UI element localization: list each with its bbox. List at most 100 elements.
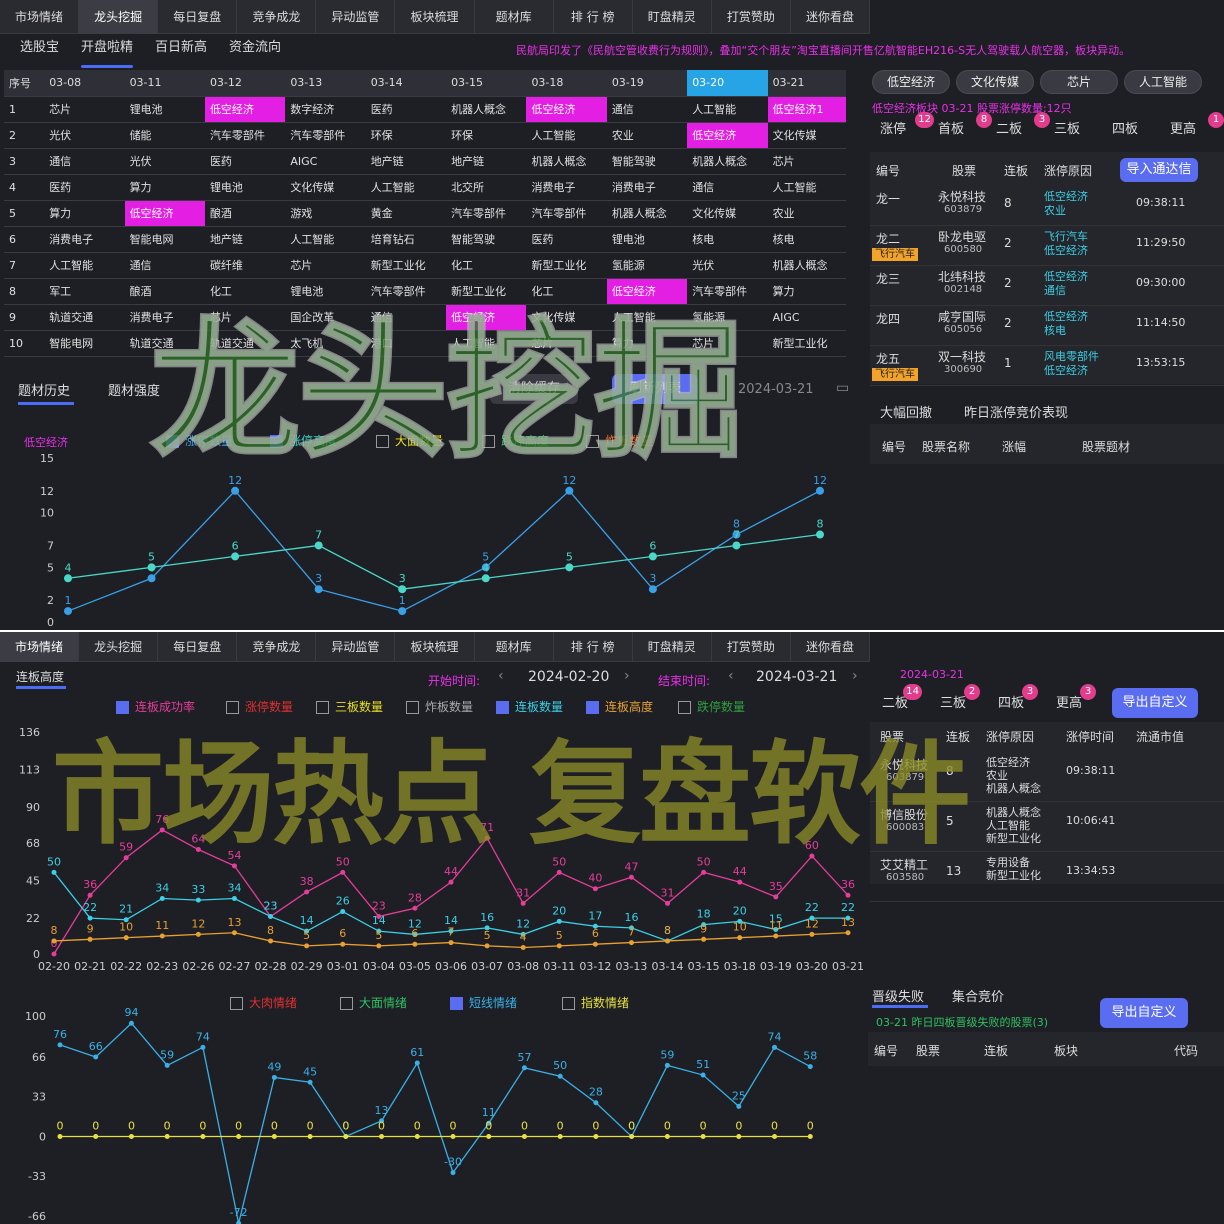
grid-cell[interactable]: 汽车零部件 — [526, 200, 607, 227]
grid-cell[interactable]: 智能驾驶 — [446, 226, 527, 253]
bottom-tab-3[interactable]: 竞争成龙 — [237, 632, 317, 662]
grid-cell[interactable]: 芯片 — [767, 148, 846, 175]
start-next-icon[interactable]: › — [624, 668, 630, 684]
top-tab-7[interactable]: 排 行 榜 — [554, 0, 633, 34]
grid-cell[interactable]: 黄金 — [365, 200, 447, 227]
grid-cell[interactable]: 通信 — [606, 96, 688, 123]
grid-cell[interactable]: 人工智能 — [687, 96, 768, 123]
grid-cell[interactable]: 氢能源 — [606, 252, 688, 279]
top-tab-6[interactable]: 题材库 — [475, 0, 554, 34]
grid-cell[interactable]: 氢能源 — [687, 304, 768, 331]
grid-cell[interactable]: 轨道交通 — [124, 330, 205, 357]
grid-cell[interactable]: 储能 — [124, 122, 205, 149]
b-stock-row[interactable]: 博信股份 600083 5 机器人概念 人工智能 新型工业化 10:06:41 — [870, 802, 1224, 852]
b-rtab-1[interactable]: 三板 2 — [940, 684, 981, 711]
checkbox-icon[interactable] — [376, 435, 389, 448]
top-tab-4[interactable]: 异动监管 — [316, 0, 396, 34]
grid-cell[interactable]: 医药 — [204, 148, 286, 175]
b-rtab-0[interactable]: 二板 14 — [882, 684, 923, 711]
grid-cell[interactable]: 港口 — [365, 330, 447, 357]
grid-cell[interactable]: 数字经济 — [285, 96, 366, 123]
grid-cell[interactable]: 芯片 — [687, 330, 768, 357]
grid-cell[interactable]: 人工智能 — [44, 252, 125, 279]
grid-cell[interactable]: 培育钻石 — [365, 226, 447, 253]
grid-cell[interactable]: 锂电池 — [204, 174, 286, 201]
bottom-tab-1[interactable]: 龙头挖掘 — [79, 632, 159, 662]
grid-cell[interactable]: 轨道交通 — [44, 304, 125, 331]
history-date[interactable]: 2024-03-21 — [738, 382, 814, 397]
grid-cell[interactable]: 新型工业化 — [526, 252, 607, 279]
grid-cell[interactable]: 医药 — [526, 226, 607, 253]
rtab-2[interactable]: 二板 3 — [996, 112, 1054, 137]
grid-cell[interactable]: 人工智能 — [285, 226, 366, 253]
grid-header-2[interactable]: 03-11 — [124, 70, 205, 97]
top-tab-8[interactable]: 盯盘精灵 — [633, 0, 712, 34]
grid-cell[interactable]: 智能电网 — [44, 330, 125, 357]
grid-cell[interactable]: 汽车零部件 — [446, 200, 527, 227]
tab-promote-fail[interactable]: 晋级失败 — [872, 986, 924, 1005]
grid-cell[interactable]: 光伏 — [124, 148, 205, 175]
grid-cell[interactable]: 环保 — [446, 122, 527, 149]
grid-cell[interactable]: 化工 — [446, 252, 527, 279]
stock-row[interactable]: 龙四 咸亨国际 605056 2 低空经济 核电 11:14:50 — [870, 306, 1224, 346]
sub-tab-1[interactable]: 开盘啦精 — [81, 34, 134, 68]
export-custom-button[interactable]: 导出自定义 — [1112, 688, 1198, 718]
grid-cell[interactable]: 文化传媒 — [767, 122, 846, 149]
grid-cell[interactable]: 低空经济 — [687, 122, 768, 149]
grid-cell[interactable]: 汽车零部件 — [285, 122, 366, 149]
grid-cell[interactable]: 人工智能 — [526, 122, 607, 149]
grid-cell[interactable]: 地产链 — [204, 226, 286, 253]
grid-cell[interactable]: 轨道交通 — [204, 330, 286, 357]
start-prev-icon[interactable]: ‹ — [498, 668, 504, 684]
bottom-tab-4[interactable]: 异动监管 — [316, 632, 396, 662]
top-tab-3[interactable]: 竞争成龙 — [237, 0, 317, 34]
grid-cell[interactable]: 光伏 — [687, 252, 768, 279]
hist-check-0[interactable]: 涨停数量 — [166, 432, 233, 449]
grid-header-9[interactable]: 03-20 — [687, 70, 768, 97]
checkbox-icon[interactable] — [482, 435, 495, 448]
end-date[interactable]: 2024-03-21 — [756, 669, 837, 685]
top-tab-10[interactable]: 迷你看盘 — [791, 0, 871, 34]
grid-cell[interactable]: 新型工业化 — [365, 252, 447, 279]
grid-cell[interactable]: 算力 — [767, 278, 846, 305]
grid-cell[interactable]: 机器人概念 — [767, 252, 846, 279]
end-next-icon[interactable]: › — [852, 668, 858, 684]
grid-cell[interactable]: 芯片 — [526, 330, 607, 357]
grid-header-1[interactable]: 03-08 — [44, 70, 125, 97]
checkbox-icon[interactable] — [586, 435, 599, 448]
grid-header-8[interactable]: 03-19 — [606, 70, 688, 97]
grid-cell[interactable]: 算力 — [124, 174, 205, 201]
grid-cell[interactable]: 化工 — [526, 278, 607, 305]
grid-cell[interactable]: 酿酒 — [124, 278, 205, 305]
grid-cell[interactable]: 太飞机 — [285, 330, 366, 357]
chip-3[interactable]: 人工智能 — [1124, 70, 1202, 94]
grid-cell[interactable]: 新型工业化 — [446, 278, 527, 305]
grid-header-0[interactable]: 序号 — [4, 70, 45, 97]
grid-cell[interactable]: 北交所 — [446, 174, 527, 201]
grid-cell[interactable]: 低空经济 — [204, 96, 286, 123]
grid-cell[interactable]: 光伏 — [44, 122, 125, 149]
grid-cell[interactable]: 通信 — [365, 304, 447, 331]
grid-cell[interactable]: 算力 — [44, 200, 125, 227]
hist-check-2[interactable]: 大面数量 — [376, 432, 443, 449]
import-tdx-button[interactable]: 导入通达信 — [1120, 158, 1198, 182]
hist-check-3[interactable]: 跌停高度 — [482, 432, 549, 449]
bottom-tab-9[interactable]: 打赏赞助 — [712, 632, 791, 662]
rtab-4[interactable]: 四板 — [1112, 118, 1170, 137]
grid-header-7[interactable]: 03-18 — [526, 70, 607, 97]
refresh-list-button[interactable]: 刷新列表 — [612, 374, 698, 404]
grid-cell[interactable]: 地产链 — [365, 148, 447, 175]
grid-cell[interactable]: 锂电池 — [285, 278, 366, 305]
rtab-1[interactable]: 首板 8 — [938, 112, 996, 137]
grid-cell[interactable]: 低空经济1 — [767, 96, 846, 123]
fail-export-button[interactable]: 导出自定义 — [1100, 998, 1188, 1028]
top-tab-2[interactable]: 每日复盘 — [158, 0, 238, 34]
grid-cell[interactable]: 汽车零部件 — [365, 278, 447, 305]
grid-cell[interactable]: 低空经济 — [606, 278, 688, 305]
grid-cell[interactable]: 通信 — [124, 252, 205, 279]
grid-cell[interactable]: 地产链 — [446, 148, 527, 175]
grid-cell[interactable]: 农业 — [606, 122, 688, 149]
grid-cell[interactable]: 汽车零部件 — [687, 278, 768, 305]
stock-row[interactable]: 龙三 北纬科技 002148 2 低空经济 通信 09:30:00 — [870, 266, 1224, 306]
grid-cell[interactable]: 酿酒 — [204, 200, 286, 227]
